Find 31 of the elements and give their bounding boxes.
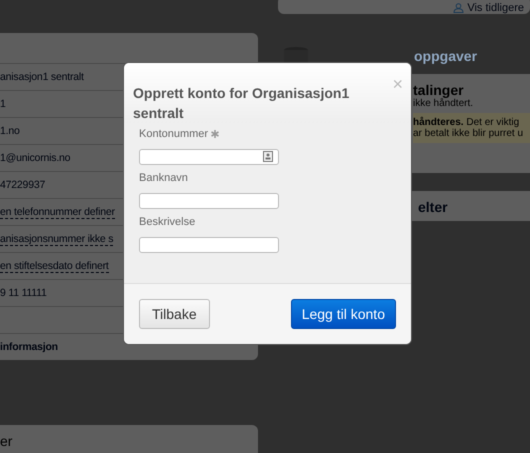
- input-field[interactable]: [139, 237, 279, 253]
- input-field[interactable]: [139, 149, 279, 165]
- info-link[interactable]: en stiftelsesdato definert: [0, 260, 109, 272]
- info-value: 1@unicornis.no: [0, 152, 70, 164]
- section-heading: informasjon: [0, 341, 58, 353]
- field-label: Banknavn: [139, 172, 188, 184]
- tasks-title: oppgaver: [414, 48, 478, 64]
- required-icon: [211, 130, 220, 138]
- panel-title: er: [0, 433, 12, 449]
- history-link[interactable]: Vis tidligere: [453, 2, 524, 14]
- warning-text: håndteres. Det er viktig: [413, 117, 520, 128]
- field-label: Beskrivelse: [139, 216, 196, 228]
- info-value: 47229937: [0, 179, 46, 191]
- close-button[interactable]: ×: [392, 75, 403, 93]
- input-field[interactable]: [139, 193, 279, 209]
- add-account-button[interactable]: Legg til konto: [290, 299, 396, 329]
- back-button[interactable]: Tilbake: [139, 299, 210, 329]
- contact-card-icon[interactable]: [263, 151, 273, 162]
- payments-note: ikke håndtert.: [413, 98, 474, 109]
- info-link[interactable]: en telefonnummer definer: [0, 206, 115, 218]
- dialog-title: Opprett konto for Organisasjon1 sentralt: [133, 85, 350, 121]
- warning-text: ar betalt ikke blir purret u: [413, 128, 524, 139]
- info-value: anisasjon1 sentralt: [0, 71, 84, 83]
- info-value: 1: [0, 98, 6, 110]
- field-label: Kontonummer: [139, 128, 208, 140]
- info-value: 1.no: [0, 125, 20, 137]
- panel-title: elter: [418, 199, 448, 215]
- user-icon: [453, 3, 464, 13]
- info-link[interactable]: anisasjonsnummer ikke s: [0, 232, 114, 246]
- info-value: 9 11 11111: [0, 287, 47, 299]
- payments-title: talinger: [413, 82, 465, 98]
